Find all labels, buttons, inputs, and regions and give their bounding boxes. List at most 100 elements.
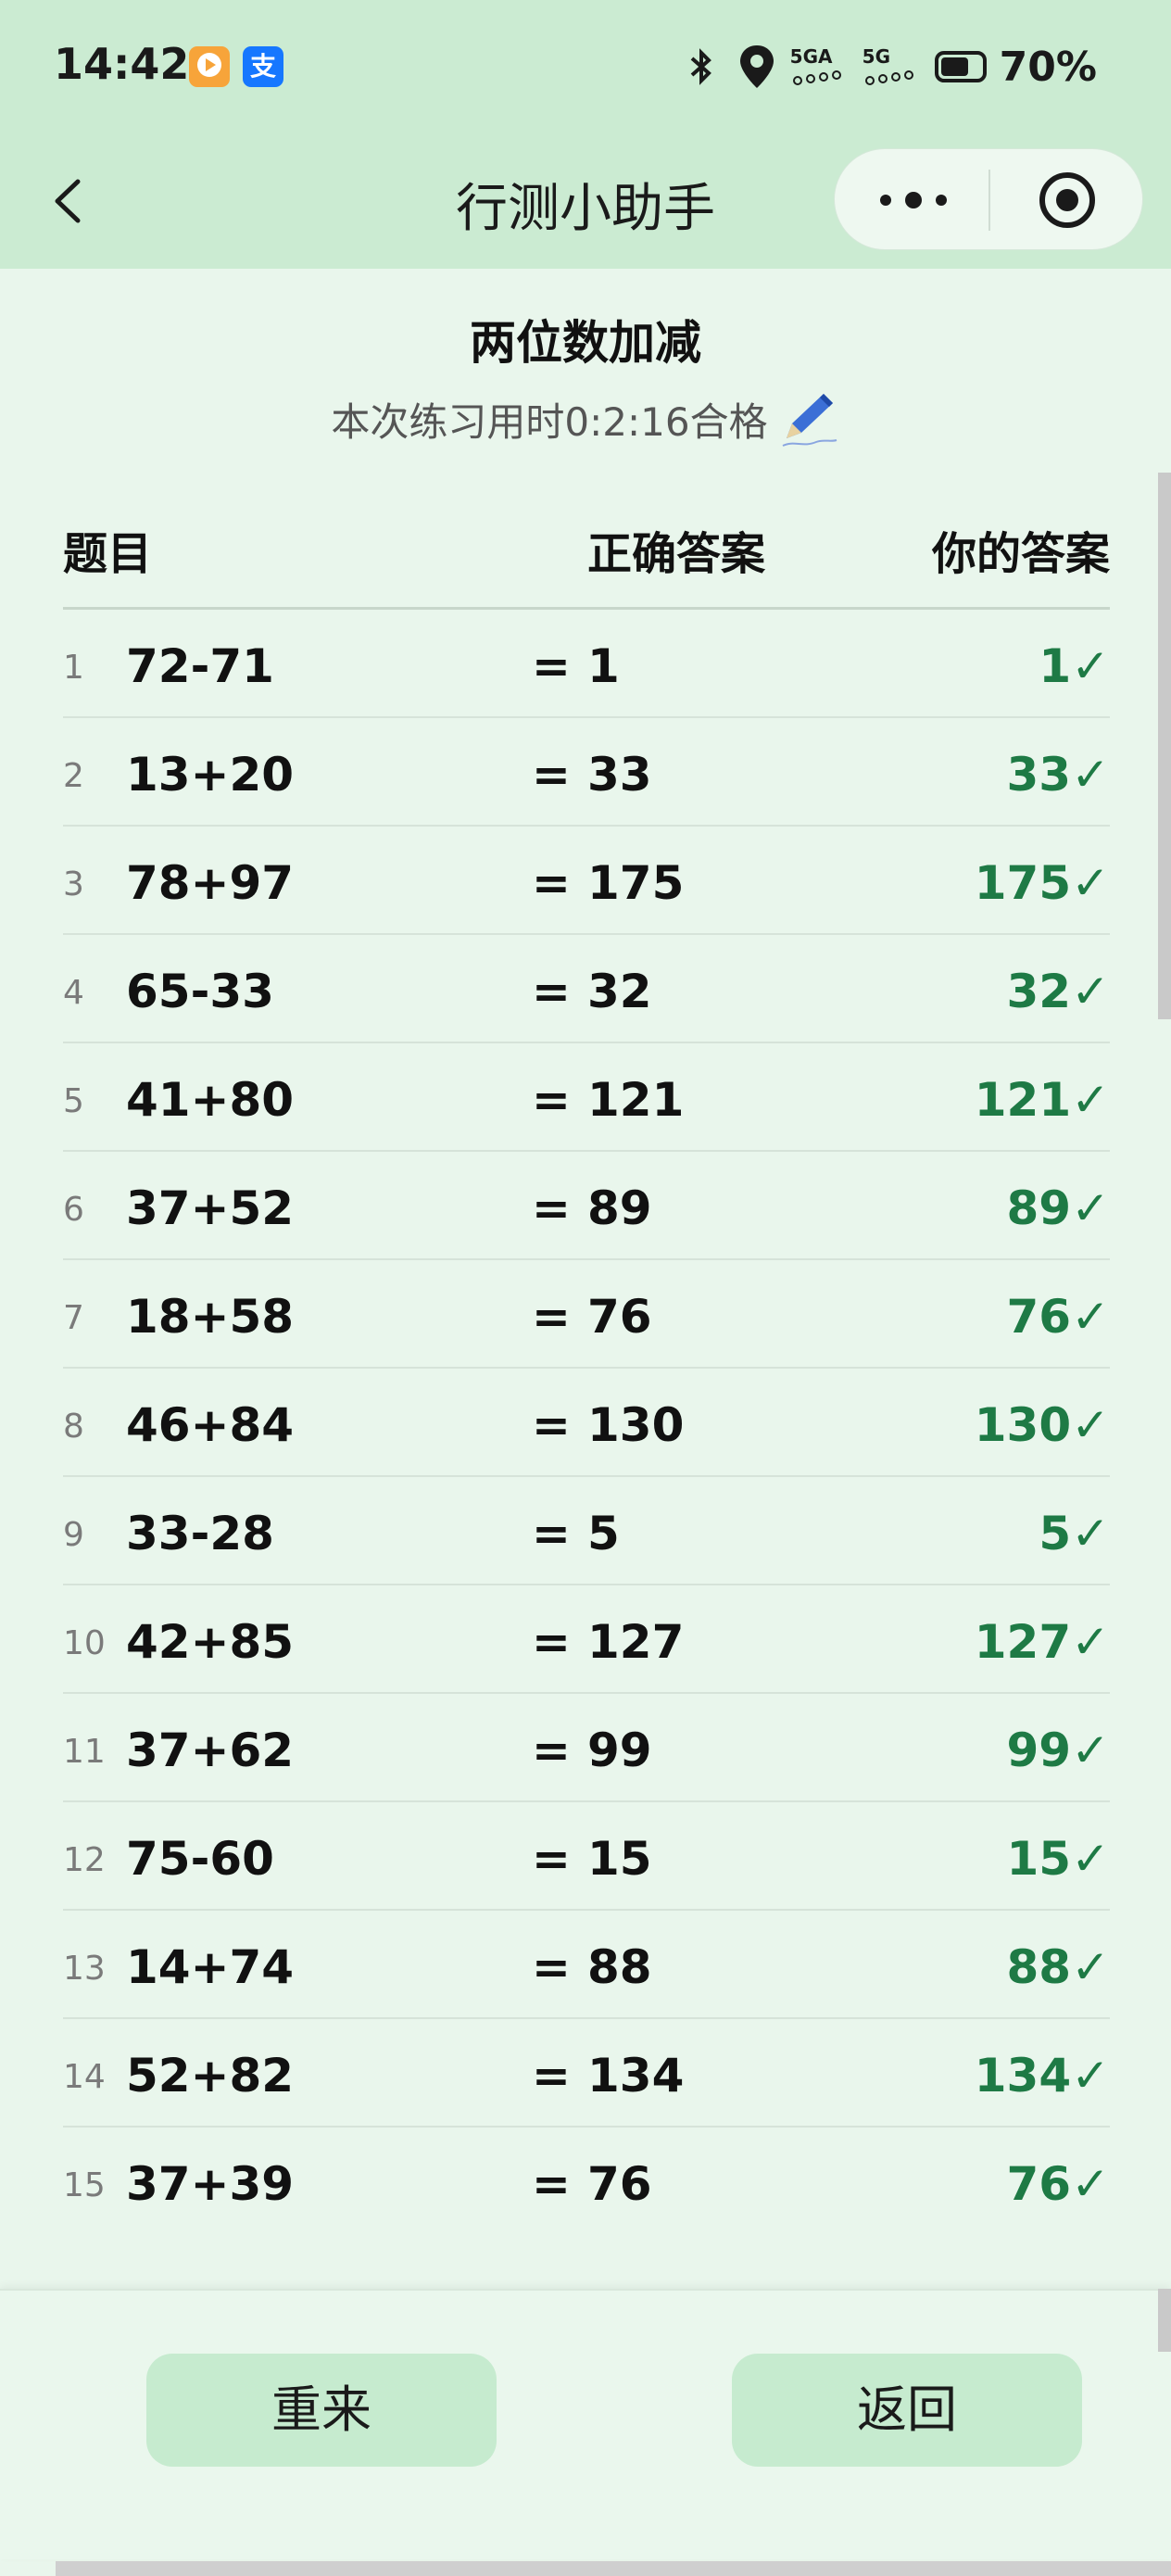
row-correct-answer: 89: [587, 1181, 652, 1235]
target-circle-icon[interactable]: [1037, 170, 1098, 231]
row-equals: =: [532, 1832, 571, 1886]
row-question: 75-60: [126, 1832, 274, 1886]
signal-2: 5G: [863, 47, 922, 86]
row-question: 14+74: [126, 1940, 295, 1994]
row-equals: =: [532, 1181, 571, 1235]
row-index: 7: [63, 1299, 84, 1337]
table-row: 5 41+80 = 121 121✓: [63, 1043, 1110, 1152]
bottom-action-bar: 重来 返回: [0, 2289, 1171, 2559]
scrollbar-lower: [1158, 2289, 1171, 2352]
row-correct-answer: 130: [587, 1398, 685, 1452]
table-row: 8 46+84 = 130 130✓: [63, 1369, 1110, 1477]
row-question: 18+58: [126, 1290, 295, 1344]
row-index: 5: [63, 1082, 84, 1120]
table-row: 6 37+52 = 89 89✓: [63, 1152, 1110, 1260]
more-dots-icon[interactable]: [872, 177, 955, 223]
row-index: 8: [63, 1408, 84, 1446]
signal-1: 5GA: [790, 47, 850, 86]
row-equals: =: [532, 1507, 571, 1560]
status-time: 14:42: [54, 39, 190, 89]
video-app-icon: [189, 46, 230, 87]
row-question: 41+80: [126, 1073, 295, 1127]
header-correct-answer: 正确答案: [587, 528, 766, 580]
row-equals: =: [532, 1290, 571, 1344]
network-type-2: 5G: [862, 45, 891, 68]
scrollbar[interactable]: [1158, 473, 1171, 1019]
table-row: 10 42+85 = 127 127✓: [63, 1585, 1110, 1694]
row-equals: =: [532, 748, 571, 802]
row-your-answer: 88✓: [1006, 1940, 1110, 1994]
battery-percent: 70%: [999, 43, 1097, 91]
row-question: 46+84: [126, 1398, 295, 1452]
row-your-answer: 130✓: [974, 1398, 1110, 1452]
restart-button[interactable]: 重来: [146, 2354, 497, 2467]
table-body: 1 72-71 = 1 1✓ 2 13+20 = 33 33✓ 3 78+97 = 175 175✓ 4 65-…: [63, 610, 1110, 2234]
row-index: 1: [63, 649, 84, 687]
table-row: 15 37+39 = 76 76✓: [63, 2128, 1110, 2234]
row-your-answer: 33✓: [1006, 748, 1110, 802]
row-your-answer: 134✓: [974, 2049, 1110, 2102]
row-equals: =: [532, 1398, 571, 1452]
play-icon: [197, 53, 221, 77]
row-question: 37+62: [126, 1724, 295, 1777]
row-question: 65-33: [126, 965, 274, 1018]
row-your-answer: 5✓: [1039, 1507, 1110, 1560]
table-row: 1 72-71 = 1 1✓: [63, 610, 1110, 718]
row-correct-answer: 15: [587, 1832, 652, 1886]
row-your-answer: 175✓: [974, 856, 1110, 910]
battery-icon: [934, 51, 987, 82]
row-index: 11: [63, 1733, 106, 1771]
row-correct-answer: 121: [587, 1073, 685, 1127]
capsule-divider: [988, 170, 990, 231]
results-table: 题目 正确答案 你的答案 1 72-71 = 1 1✓ 2 13+20 = 33 33✓ 3 78+9…: [63, 500, 1110, 2234]
nav-bar: 行测小助手: [0, 139, 1171, 269]
elapsed-time-text: 本次练习用时0:2:16合格: [331, 399, 768, 445]
row-correct-answer: 76: [587, 2157, 652, 2211]
row-equals: =: [532, 1615, 571, 1669]
row-equals: =: [532, 639, 571, 693]
row-question: 33-28: [126, 1507, 274, 1560]
battery-fill: [940, 57, 968, 76]
mini-program-capsule: [834, 148, 1143, 250]
row-correct-answer: 175: [587, 856, 685, 910]
row-question: 52+82: [126, 2049, 295, 2102]
row-equals: =: [532, 2157, 571, 2211]
row-question: 13+20: [126, 748, 295, 802]
row-question: 37+52: [126, 1181, 295, 1235]
table-row: 12 75-60 = 15 15✓: [63, 1802, 1110, 1911]
quiz-subtitle: 本次练习用时0:2:16合格: [0, 391, 1171, 451]
row-correct-answer: 127: [587, 1615, 685, 1669]
row-your-answer: 76✓: [1006, 1290, 1110, 1344]
header-question: 题目: [63, 528, 153, 580]
row-correct-answer: 99: [587, 1724, 652, 1777]
row-index: 2: [63, 757, 84, 795]
alipay-app-icon: 支: [243, 46, 283, 87]
bluetooth-icon: [690, 48, 711, 85]
table-row: 9 33-28 = 5 5✓: [63, 1477, 1110, 1585]
row-your-answer: 121✓: [974, 1073, 1110, 1127]
row-index: 9: [63, 1516, 84, 1554]
return-button[interactable]: 返回: [732, 2354, 1082, 2467]
row-equals: =: [532, 1940, 571, 1994]
row-index: 13: [63, 1950, 106, 1988]
row-index: 3: [63, 865, 84, 903]
row-equals: =: [532, 965, 571, 1018]
quiz-title: 两位数加减: [470, 316, 701, 370]
table-row: 2 13+20 = 33 33✓: [63, 718, 1110, 827]
table-row: 13 14+74 = 88 88✓: [63, 1911, 1110, 2019]
location-icon: [739, 45, 774, 88]
row-correct-answer: 134: [587, 2049, 685, 2102]
status-bar: 14:42 支 5GA 5G 70%: [0, 0, 1171, 139]
row-index: 10: [63, 1624, 106, 1662]
row-your-answer: 15✓: [1006, 1832, 1110, 1886]
signal-bars-icon: [792, 70, 841, 85]
signal-bars-icon: [864, 70, 913, 85]
row-correct-answer: 32: [587, 965, 652, 1018]
row-correct-answer: 1: [587, 639, 620, 693]
network-type-1: 5GA: [789, 45, 833, 68]
row-index: 14: [63, 2058, 106, 2096]
home-indicator: [56, 2561, 1171, 2576]
row-correct-answer: 5: [587, 1507, 620, 1560]
pen-icon: [782, 393, 837, 447]
row-question: 78+97: [126, 856, 295, 910]
